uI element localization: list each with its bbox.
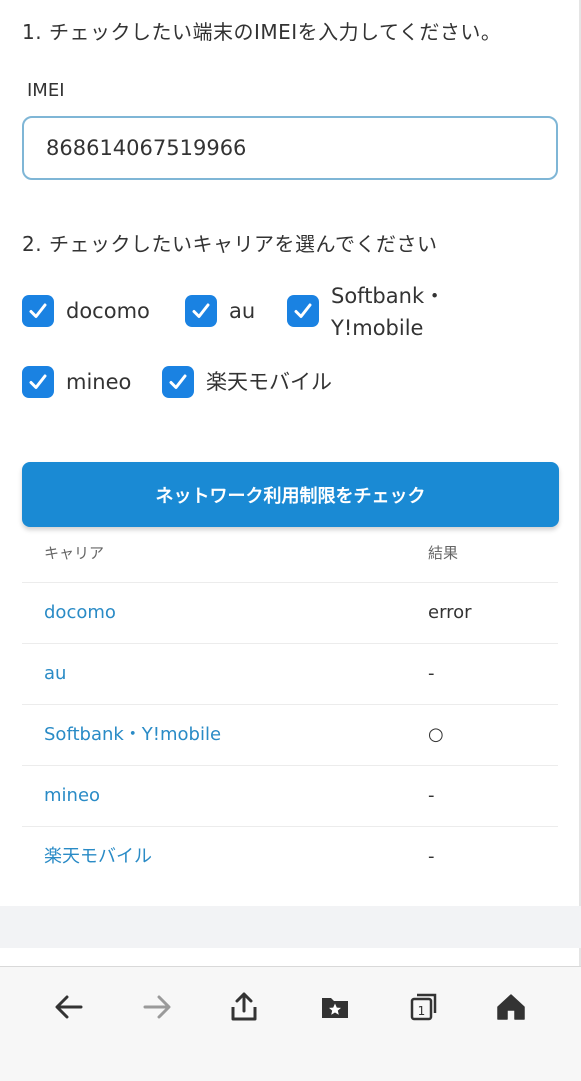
table-header: キャリア 結果 (22, 524, 558, 583)
checkbox-docomo[interactable]: docomo (22, 295, 150, 327)
carrier-link[interactable]: mineo (44, 766, 100, 826)
result-value: - (428, 663, 435, 684)
table-row: Softbank・Y!mobile ○ (22, 705, 558, 766)
tabs-icon[interactable]: 1 (404, 987, 444, 1027)
step1-instruction: 1. チェックしたい端末のIMEIを入力してください。 (22, 20, 502, 44)
checkbox-softbank[interactable] (287, 295, 319, 327)
bookmarks-icon[interactable] (315, 987, 355, 1027)
tab-count: 1 (418, 1004, 426, 1018)
forward-arrow-icon[interactable] (137, 987, 177, 1027)
checkbox-rakuten[interactable]: 楽天モバイル (162, 366, 332, 398)
header-result: 結果 (428, 544, 459, 562)
imei-input[interactable] (22, 116, 558, 180)
checkbox-au[interactable]: au (185, 295, 255, 327)
checkbox-label: au (229, 299, 256, 323)
checkbox-checked-icon[interactable] (287, 295, 319, 327)
result-value: - (428, 846, 435, 867)
header-carrier: キャリア (44, 544, 105, 562)
home-icon[interactable] (491, 987, 531, 1027)
check-network-restriction-button[interactable]: ネットワーク利用制限をチェック (22, 462, 559, 527)
checkbox-checked-icon[interactable] (185, 295, 217, 327)
checkbox-mineo[interactable]: mineo (22, 366, 131, 398)
table-row: mineo - (22, 766, 558, 827)
checkbox-checked-icon[interactable] (22, 366, 54, 398)
result-value: ○ (428, 724, 444, 745)
checkbox-label: docomo (66, 299, 150, 323)
checkbox-checked-icon[interactable] (22, 295, 54, 327)
step2-instruction: 2. チェックしたいキャリアを選んでください (22, 232, 438, 256)
softbank-label-line1: Softbank・ (331, 284, 446, 308)
checkbox-checked-icon[interactable] (162, 366, 194, 398)
checkbox-label: 楽天モバイル (206, 370, 332, 394)
carrier-link[interactable]: 楽天モバイル (44, 827, 152, 887)
table-row: docomo error (22, 583, 558, 644)
result-value: - (428, 785, 435, 806)
carrier-link[interactable]: au (44, 644, 66, 704)
table-row: au - (22, 644, 558, 705)
softbank-label-line2: Y!mobile (331, 316, 424, 340)
checkbox-label: mineo (66, 370, 132, 394)
result-value: error (428, 602, 472, 623)
checkbox-label-softbank: Softbank・ Y!mobile (331, 280, 445, 344)
browser-toolbar: 1 (0, 966, 581, 1081)
share-icon[interactable] (224, 987, 264, 1027)
carrier-link[interactable]: Softbank・Y!mobile (44, 705, 221, 765)
table-row: 楽天モバイル - (22, 827, 558, 887)
footer-band (0, 906, 581, 948)
carrier-link[interactable]: docomo (44, 583, 116, 643)
imei-label: IMEI (27, 80, 65, 101)
back-arrow-icon[interactable] (49, 987, 89, 1027)
results-table: キャリア 結果 docomo error au - Softbank・Y!mob… (22, 524, 558, 887)
